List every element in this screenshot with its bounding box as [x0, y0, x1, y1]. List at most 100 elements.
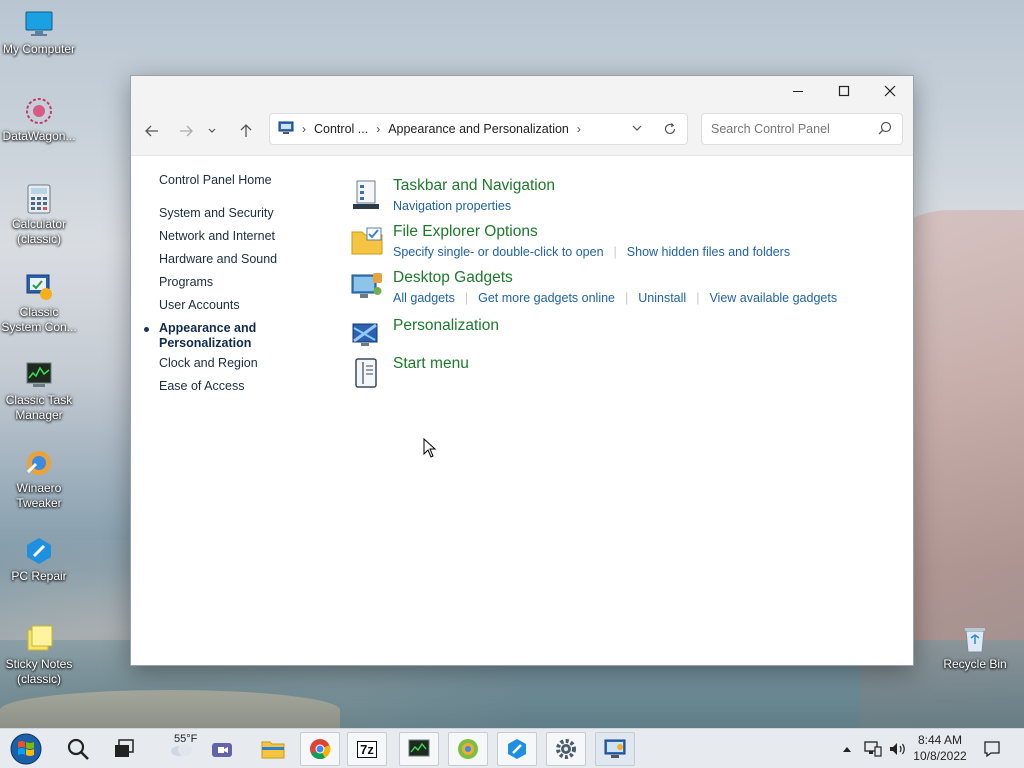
browser-button[interactable] — [448, 732, 488, 766]
nav-control-panel-home[interactable]: Control Panel Home — [159, 173, 272, 187]
settings-button[interactable] — [546, 732, 586, 766]
chevron-right-icon: › — [376, 122, 381, 136]
taskbar: 55°F 7z 8:44 AM 10/8/2022 — [0, 728, 1024, 768]
gear-icon — [556, 739, 576, 759]
search-icon[interactable] — [878, 121, 892, 138]
control-panel-icon — [604, 739, 626, 758]
sticky-notes-icon — [23, 623, 55, 655]
control-panel-taskbar-button[interactable] — [595, 732, 635, 766]
forward-button[interactable] — [174, 120, 198, 142]
desktop-icon-pc-repair[interactable]: PC Repair — [0, 535, 78, 584]
desktop-icon-sticky-notes[interactable]: Sticky Notes (classic) — [0, 623, 78, 687]
category-title[interactable]: File Explorer Options — [393, 223, 538, 241]
search-input[interactable]: Search Control Panel — [701, 113, 903, 145]
link-navigation-properties[interactable]: Navigation properties — [393, 199, 511, 213]
folder-check-icon — [351, 226, 383, 258]
video-chat-icon — [212, 743, 232, 757]
notifications-button[interactable] — [983, 729, 1001, 768]
arrow-up-icon — [240, 124, 252, 137]
current-indicator — [144, 327, 149, 332]
control-panel-icon — [23, 271, 55, 303]
tweaker-icon — [23, 447, 55, 479]
address-dropdown-icon[interactable] — [631, 122, 643, 139]
volume-icon[interactable] — [888, 729, 906, 768]
link-separator: | — [625, 291, 629, 305]
nav-network-and-internet[interactable]: Network and Internet — [159, 229, 275, 243]
desktop-icon-label: Classic System Con... — [1, 305, 77, 334]
chrome-icon — [310, 739, 331, 760]
address-bar[interactable]: › Control ... › Appearance and Personali… — [269, 113, 688, 145]
chevron-right-icon: › — [302, 122, 306, 136]
network-icon[interactable] — [864, 729, 882, 768]
arrow-left-icon — [145, 125, 158, 137]
recent-locations-button[interactable] — [205, 120, 219, 142]
desktop-icon-label: Winaero Tweaker — [16, 481, 62, 510]
back-button[interactable] — [140, 120, 164, 142]
desktop-icon-recycle-bin[interactable]: Recycle Bin — [936, 623, 1014, 672]
file-explorer-button[interactable] — [253, 732, 293, 766]
task-view-button[interactable] — [104, 732, 144, 766]
control-panel-icon — [278, 121, 294, 138]
recycle-bin-icon — [959, 623, 991, 655]
link-single-double-click[interactable]: Specify single- or double-click to open — [393, 245, 604, 259]
category-title[interactable]: Personalization — [393, 317, 499, 335]
chevron-right-icon: › — [576, 122, 581, 136]
teams-chat-button[interactable] — [202, 732, 242, 766]
category-title[interactable]: Desktop Gadgets — [393, 269, 513, 287]
breadcrumb-control-panel[interactable]: Control ... — [314, 122, 368, 136]
nav-appearance-and-personalization[interactable]: Appearance and Personalization — [144, 321, 269, 351]
nav-current-label: Appearance and Personalization — [159, 321, 257, 350]
desktop-icon-label: My Computer — [2, 42, 76, 56]
refresh-icon[interactable] — [663, 122, 677, 139]
link-uninstall[interactable]: Uninstall — [638, 291, 686, 305]
weather-widget[interactable]: 55°F — [158, 732, 206, 766]
nav-user-accounts[interactable]: User Accounts — [159, 298, 240, 312]
nav-clock-and-region[interactable]: Clock and Region — [159, 356, 258, 370]
start-button[interactable] — [6, 732, 46, 766]
search-icon — [67, 738, 89, 760]
link-get-more-gadgets[interactable]: Get more gadgets online — [478, 291, 615, 305]
breadcrumb-appearance[interactable]: Appearance and Personalization — [388, 122, 569, 136]
personalization-icon — [351, 320, 383, 352]
minimize-icon — [793, 91, 803, 92]
close-icon — [884, 85, 896, 97]
up-button[interactable] — [234, 120, 258, 142]
desktop-icon-label: Classic Task Manager — [5, 393, 73, 422]
category-title[interactable]: Taskbar and Navigation — [393, 177, 555, 195]
close-button[interactable] — [867, 76, 913, 106]
category-title[interactable]: Start menu — [393, 355, 469, 373]
desktop-icon-classic-task-manager[interactable]: Classic Task Manager — [0, 359, 78, 423]
desktop-icon-winaero-tweaker[interactable]: Winaero Tweaker — [0, 447, 78, 511]
monitor-icon — [23, 8, 55, 40]
link-show-hidden-files[interactable]: Show hidden files and folders — [627, 245, 790, 259]
nav-programs[interactable]: Programs — [159, 275, 213, 289]
desktop-icon-my-computer[interactable]: My Computer — [0, 8, 78, 57]
system-clock[interactable]: 8:44 AM 10/8/2022 — [905, 732, 975, 764]
seven-zip-label: 7z — [357, 740, 377, 758]
wallpaper-grass — [0, 690, 340, 730]
repair-tool-button[interactable] — [497, 732, 537, 766]
task-manager-icon — [408, 739, 430, 757]
start-menu-icon — [351, 358, 383, 390]
seven-zip-button[interactable]: 7z — [347, 732, 387, 766]
minimize-button[interactable] — [775, 76, 821, 106]
control-panel-window: › Control ... › Appearance and Personali… — [130, 75, 914, 666]
nav-system-and-security[interactable]: System and Security — [159, 206, 274, 220]
chrome-button[interactable] — [300, 732, 340, 766]
link-view-available-gadgets[interactable]: View available gadgets — [709, 291, 837, 305]
link-all-gadgets[interactable]: All gadgets — [393, 291, 455, 305]
link-separator: | — [696, 291, 700, 305]
desktop-icon-calculator[interactable]: Calculator (classic) — [0, 183, 78, 247]
show-hidden-icons-button[interactable] — [842, 729, 852, 768]
taskbar-icon — [351, 180, 383, 212]
search-button[interactable] — [58, 732, 98, 766]
maximize-button[interactable] — [821, 76, 867, 106]
nav-ease-of-access[interactable]: Ease of Access — [159, 379, 244, 393]
chevron-down-icon — [208, 128, 216, 133]
mouse-cursor-icon — [423, 437, 437, 463]
task-manager-button[interactable] — [399, 732, 439, 766]
navigation-bar: › Control ... › Appearance and Personali… — [131, 106, 913, 156]
desktop-icon-classic-system-control[interactable]: Classic System Con... — [0, 271, 78, 335]
desktop-icon-datawagon[interactable]: DataWagon... — [0, 95, 78, 144]
nav-hardware-and-sound[interactable]: Hardware and Sound — [159, 252, 277, 266]
